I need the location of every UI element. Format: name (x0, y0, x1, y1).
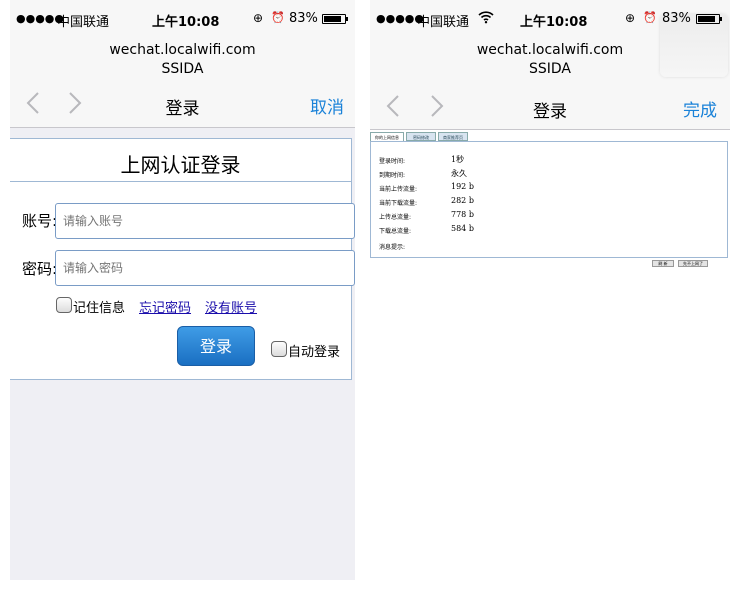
remember-checkbox[interactable] (56, 297, 72, 313)
status-time: 上午10:08 (152, 15, 220, 30)
alarm-icon: ⏰ (643, 11, 657, 24)
nav-title: 登录 (533, 102, 567, 122)
info-value: 282 b (451, 196, 474, 205)
battery-fill (698, 16, 715, 22)
carrier-name: 中国联通 (417, 15, 470, 30)
nav-title: 登录 (165, 99, 200, 119)
login-button[interactable]: 登录 (177, 326, 255, 366)
status-bar: ●●●●● 中国联通 上午10:08 ⊕ ⏰ 83% (10, 10, 355, 30)
left-phone-screen: ●●●●● 中国联通 上午10:08 ⊕ ⏰ 83% wechat.localw… (10, 0, 355, 580)
battery-percent: 83% (662, 11, 691, 26)
ssid-text: SSIDA (161, 61, 204, 77)
info-label: 登录时间: (379, 158, 406, 165)
url-text: wechat.localwifi.com (476, 42, 624, 58)
browser-header: ●●●●● 中国联通 上午10:08 ⊕ ⏰ 83% wechat.localw… (10, 0, 355, 128)
info-value: 778 b (451, 210, 474, 219)
wifi-icon (478, 10, 494, 24)
info-label: 下载总流量: (379, 228, 412, 235)
stop-internet-button[interactable]: 先不上网了 (678, 260, 708, 267)
done-button[interactable]: 完成 (683, 96, 717, 121)
auto-login-checkbox[interactable] (271, 341, 287, 357)
auto-login-label: 自动登录 (288, 345, 341, 360)
online-info-panel: 登录时间: 1秒 到期时间: 永久 当前上传流量: 192 b 当前下载流量: … (370, 141, 728, 258)
forgot-password-link[interactable]: 忘记密码 (139, 297, 191, 316)
info-label: 上传总流量: (379, 214, 412, 221)
info-value: 永久 (451, 169, 467, 178)
info-label: 当前上传流量: (379, 186, 418, 193)
battery-percent: 83% (289, 11, 318, 26)
battery-icon (696, 14, 722, 24)
info-label: 消息提示: (379, 244, 406, 251)
cancel-button[interactable]: 取消 (310, 93, 344, 118)
no-account-link[interactable]: 没有账号 (205, 297, 257, 316)
status-bar: ●●●●● 中国联通 上午10:08 ⊕ ⏰ 83% (370, 10, 730, 30)
battery-nub (720, 17, 722, 21)
title-divider (10, 181, 351, 182)
account-label: 账号: (22, 212, 58, 230)
rotation-lock-icon: ⊕ (253, 11, 264, 25)
password-input[interactable] (55, 250, 355, 286)
remember-label: 记住信息 (73, 301, 126, 316)
url-text: wechat.localwifi.com (109, 42, 256, 58)
alarm-icon: ⏰ (271, 11, 285, 24)
refresh-button[interactable]: 刷 新 (652, 260, 674, 267)
account-input[interactable] (55, 203, 355, 239)
info-value: 584 b (451, 224, 474, 233)
tab-online-info[interactable]: 你的上网信息 (370, 132, 404, 141)
status-time: 上午10:08 (520, 15, 588, 30)
tab-change-password[interactable]: 密码修改 (406, 132, 436, 141)
battery-icon (322, 14, 348, 24)
login-title: 上网认证登录 (120, 153, 241, 177)
info-value: 192 b (451, 182, 474, 191)
info-label: 当前下载流量: (379, 200, 418, 207)
browser-header: ●●●●● 中国联通 上午10:08 ⊕ ⏰ 83% wechat.localw… (370, 0, 730, 130)
tab-merchant-page[interactable]: 商家推荐页 (438, 132, 468, 141)
info-value: 1秒 (451, 155, 465, 164)
password-label: 密码: (22, 260, 58, 278)
right-phone-screen: ●●●●● 中国联通 上午10:08 ⊕ ⏰ 83% wechat.localw… (370, 0, 730, 580)
battery-nub (346, 17, 348, 21)
ssid-text: SSIDA (528, 61, 571, 77)
carrier-name: 中国联通 (57, 15, 110, 30)
battery-fill (324, 16, 341, 22)
info-label: 到期时间: (379, 172, 406, 179)
rotation-lock-icon: ⊕ (625, 11, 636, 25)
